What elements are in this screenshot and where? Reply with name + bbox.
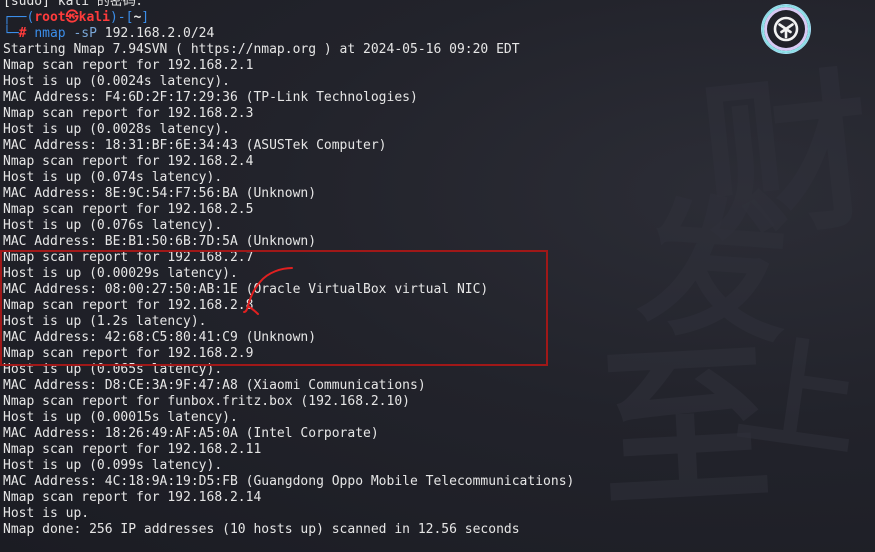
sudo-password-prompt: [sudo] kali 的密码： bbox=[3, 0, 149, 9]
root-prompt-symbol: # bbox=[18, 26, 27, 41]
app-badge[interactable] bbox=[762, 5, 810, 53]
output-line: Host is up (1.2s latency). bbox=[3, 314, 207, 329]
command-name: nmap bbox=[34, 26, 66, 41]
output-line: Host is up (0.0028s latency). bbox=[3, 122, 230, 137]
output-line: Nmap scan report for 192.168.2.1 bbox=[3, 58, 254, 73]
output-line: Nmap scan report for 192.168.2.3 bbox=[3, 106, 254, 121]
output-line: Host is up (0.00029s latency). bbox=[3, 266, 238, 281]
output-line: MAC Address: 42:68:C5:80:41:C9 (Unknown) bbox=[3, 330, 317, 345]
output-line: Nmap scan report for funbox.fritz.box (1… bbox=[3, 394, 410, 409]
output-line: Nmap scan report for 192.168.2.8 bbox=[3, 298, 254, 313]
command-target: 192.168.2.0/24 bbox=[104, 26, 215, 41]
output-line: MAC Address: D8:CE:3A:9F:47:A8 (Xiaomi C… bbox=[3, 378, 426, 393]
output-line: Host is up (0.0024s latency). bbox=[3, 74, 230, 89]
watermark-glyph: 上 bbox=[729, 319, 868, 476]
output-line: MAC Address: 18:31:BF:6E:34:43 (ASUSTek … bbox=[3, 138, 387, 153]
output-line: Starting Nmap 7.94SVN ( https://nmap.org… bbox=[3, 42, 520, 57]
output-line: Host is up (0.099s latency). bbox=[3, 458, 223, 473]
output-line: Nmap scan report for 192.168.2.7 bbox=[3, 250, 254, 265]
output-line: MAC Address: BE:B1:50:6B:7D:5A (Unknown) bbox=[3, 234, 317, 249]
output-line: MAC Address: F4:6D:2F:17:29:36 (TP-Link … bbox=[3, 90, 418, 105]
output-line: Nmap scan report for 192.168.2.5 bbox=[3, 202, 254, 217]
output-line: Host is up (0.00015s latency). bbox=[3, 410, 238, 425]
app-logo-icon bbox=[773, 16, 799, 42]
output-line: Nmap scan report for 192.168.2.4 bbox=[3, 154, 254, 169]
terminal-output[interactable]: [sudo] kali 的密码： ┌──(root㉿kali)-[~] └─# … bbox=[3, 0, 574, 538]
shell-prompt-header: ┌──(root㉿kali)-[~] bbox=[3, 10, 150, 25]
shell-command-line: └─# nmap -sP 192.168.2.0/24 bbox=[3, 26, 215, 41]
output-line: Nmap done: 256 IP addresses (10 hosts up… bbox=[3, 522, 520, 537]
command-flag: -sP bbox=[73, 26, 97, 41]
output-line: Host is up. bbox=[3, 506, 90, 521]
prompt-user: root bbox=[34, 10, 66, 25]
output-line: MAC Address: 08:00:27:50:AB:1E (Oracle V… bbox=[3, 282, 489, 297]
output-line: MAC Address: 4C:18:9A:19:D5:FB (Guangdon… bbox=[3, 474, 575, 489]
prompt-at-symbol: ㉿ bbox=[65, 10, 79, 25]
output-line: MAC Address: 8E:9C:54:F7:56:BA (Unknown) bbox=[3, 186, 317, 201]
output-line: Nmap scan report for 192.168.2.14 bbox=[3, 490, 262, 505]
prompt-host: kali bbox=[78, 10, 110, 25]
watermark-glyph: 发 bbox=[633, 177, 796, 364]
output-line: Nmap scan report for 192.168.2.11 bbox=[3, 442, 262, 457]
terminal-window[interactable]: 财 发 至 上 [sudo] kali 的密码： ┌──(root㉿kali)-… bbox=[0, 0, 875, 552]
output-line: Host is up (0.076s latency). bbox=[3, 218, 223, 233]
output-line: Host is up (0.074s latency). bbox=[3, 170, 223, 185]
output-line: MAC Address: 18:26:49:AF:A5:0A (Intel Co… bbox=[3, 426, 379, 441]
output-line: Nmap scan report for 192.168.2.9 bbox=[3, 346, 254, 361]
watermark-glyph: 至 bbox=[595, 323, 776, 533]
nmap-output: Starting Nmap 7.94SVN ( https://nmap.org… bbox=[3, 42, 574, 538]
output-line: Host is up (0.065s latency). bbox=[3, 362, 223, 377]
